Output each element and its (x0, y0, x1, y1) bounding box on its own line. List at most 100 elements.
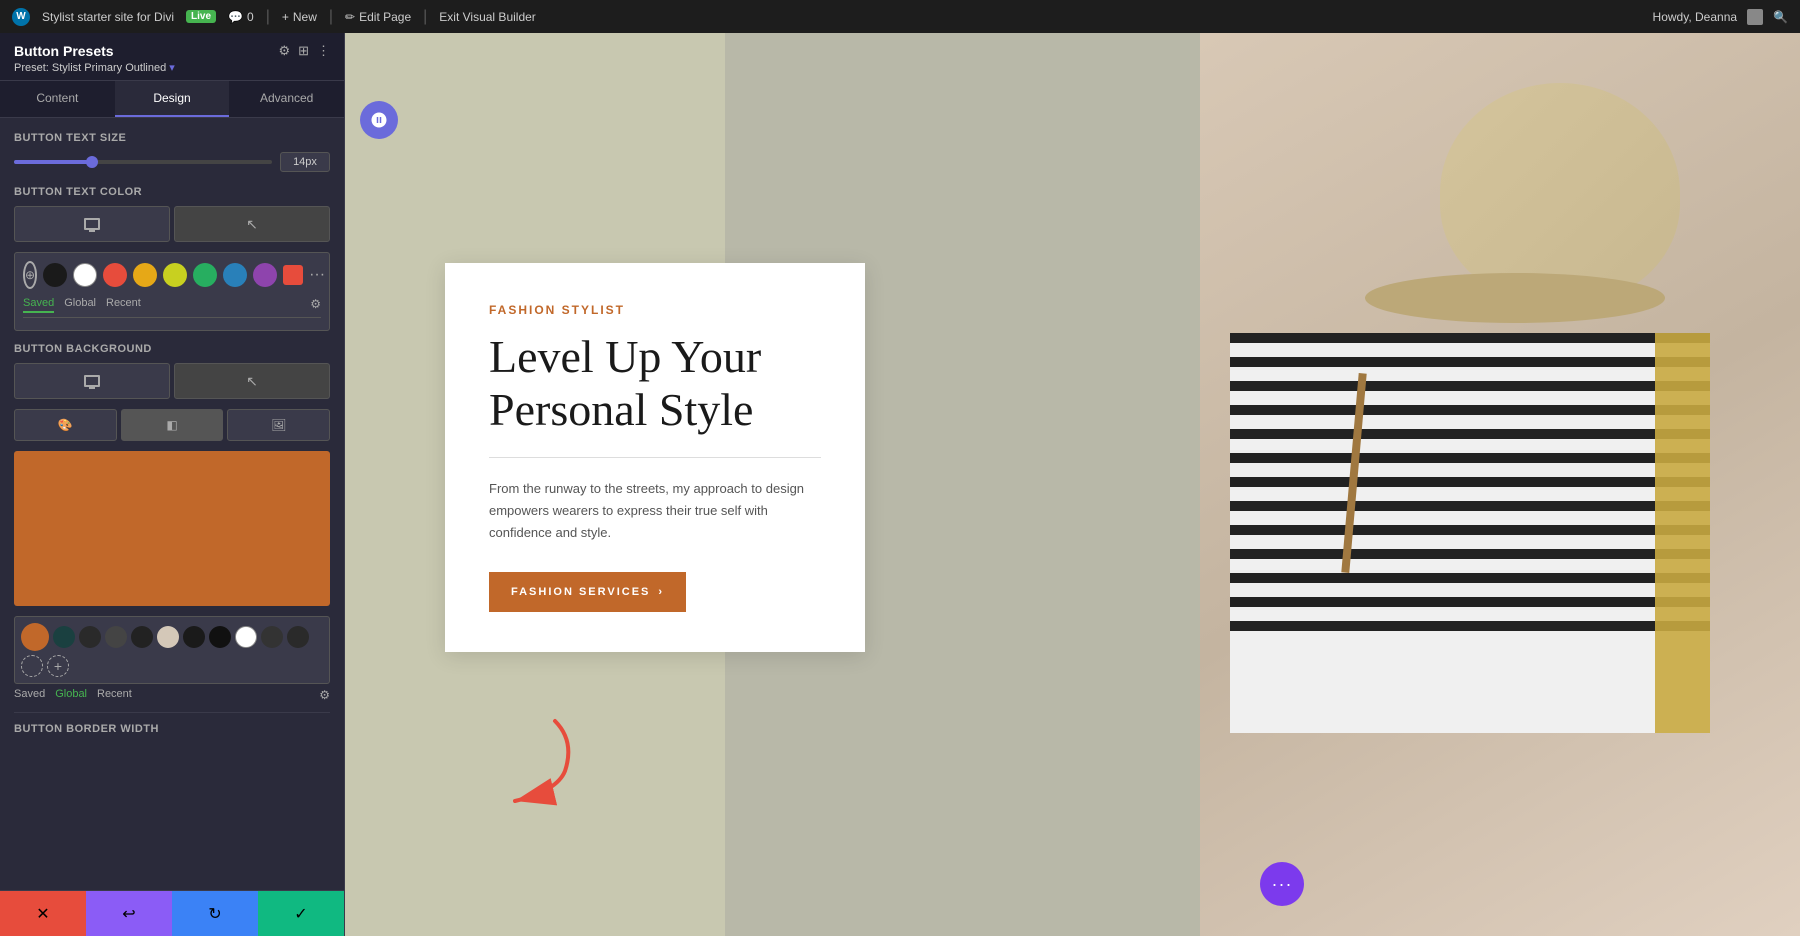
new-button[interactable]: + New (282, 10, 317, 24)
swatch-black2[interactable] (131, 626, 153, 648)
swatch-orange-brown[interactable] (21, 623, 49, 651)
swatch-charcoal[interactable] (261, 626, 283, 648)
color-red2[interactable] (283, 265, 303, 285)
swatch-black1[interactable] (79, 626, 101, 648)
settings-icon[interactable]: ⚙ (278, 43, 290, 59)
bottom-bar: ✕ ↩ ↻ ✓ (0, 890, 344, 936)
right-area: FASHION STYLIST Level Up Your Personal S… (345, 33, 1800, 936)
swatch-black4[interactable] (209, 626, 231, 648)
saved-tab-global[interactable]: Global (55, 688, 87, 702)
eyedropper-button[interactable]: ⊕ (23, 261, 37, 289)
undo-button[interactable]: ↩ (86, 891, 172, 936)
panel-header: Button Presets ⚙ ⊞ ⋮ Preset: Stylist Pri… (0, 33, 344, 81)
palette-top-row: ⊕ ··· (23, 261, 321, 289)
more-dots[interactable]: ··· (309, 266, 325, 284)
redo-icon: ↻ (208, 904, 221, 924)
color-palette: ⊕ ··· Saved Global Recent (14, 252, 330, 331)
saved-tab-recent[interactable]: Recent (97, 688, 132, 702)
hero-desc: From the runway to the streets, my appro… (489, 478, 821, 544)
redo-button[interactable]: ↻ (172, 891, 258, 936)
more-icon[interactable]: ⋮ (317, 43, 330, 59)
hero-divider (489, 457, 821, 458)
swatch-dark-gray[interactable] (105, 626, 127, 648)
divi-float-button[interactable] (360, 101, 398, 139)
bg-color-desktop[interactable] (14, 363, 170, 399)
layout-icon[interactable]: ⊞ (298, 43, 309, 59)
color-white[interactable] (73, 263, 97, 287)
hero-eyebrow: FASHION STYLIST (489, 303, 821, 317)
divi-icon (370, 111, 388, 129)
hero-cta-button[interactable]: FASHION SERVICES › (489, 572, 686, 612)
hat-crown (1440, 83, 1680, 303)
save-button[interactable]: ✓ (258, 891, 344, 936)
swatch-transparent[interactable] (21, 655, 43, 677)
text-size-label: Button Text Size (14, 132, 330, 144)
comment-icon[interactable]: 💬 0 (228, 10, 254, 24)
avatar (1747, 9, 1763, 25)
palette-tabs: Saved Global Recent ⚙ (23, 297, 321, 318)
section-separator (14, 712, 330, 713)
more-options-button[interactable]: ··· (1260, 862, 1304, 906)
tab-design[interactable]: Design (115, 81, 230, 117)
hero-title: Level Up Your Personal Style (489, 331, 821, 437)
text-size-slider[interactable] (14, 160, 272, 164)
tab-content[interactable]: Content (0, 81, 115, 117)
panel-subtitle: Preset: Stylist Primary Outlined ▾ (14, 61, 330, 74)
tab-advanced[interactable]: Advanced (229, 81, 344, 117)
color-blue[interactable] (223, 263, 247, 287)
bg-gradient-icon: ◧ (166, 418, 177, 432)
panel-content: Button Text Size 14px Button Text Color … (0, 118, 344, 890)
color-yellow-green[interactable] (163, 263, 187, 287)
saved-tab-saved[interactable]: Saved (14, 688, 45, 702)
fashion-photo: ··· (1200, 33, 1800, 936)
hero-cta-arrow: › (658, 586, 664, 598)
hero-cta-label: FASHION SERVICES (511, 586, 650, 598)
swatch-beige[interactable] (157, 626, 179, 648)
text-size-value[interactable]: 14px (280, 152, 330, 172)
exit-builder-button[interactable]: Exit Visual Builder (439, 10, 536, 24)
cancel-button[interactable]: ✕ (0, 891, 86, 936)
edit-page-button[interactable]: ✏ Edit Page (345, 10, 411, 24)
wordpress-icon[interactable]: W (12, 8, 30, 26)
bg-gradient-btn[interactable]: ◧ (121, 409, 224, 441)
saved-swatches-section: + Saved Global Recent ⚙ (14, 616, 330, 702)
bg-color-display (14, 451, 330, 606)
swatch-dark-teal[interactable] (53, 626, 75, 648)
text-color-desktop[interactable] (14, 206, 170, 242)
text-size-slider-row: 14px (14, 152, 330, 172)
search-icon[interactable]: 🔍 (1773, 10, 1788, 24)
swatch-dark[interactable] (287, 626, 309, 648)
color-red[interactable] (103, 263, 127, 287)
top-bar: W Stylist starter site for Divi Live 💬 0… (0, 0, 1800, 33)
add-swatch-button[interactable]: + (47, 655, 69, 677)
color-black[interactable] (43, 263, 67, 287)
text-color-cursor[interactable]: ↖ (174, 206, 330, 242)
hero-card: FASHION STYLIST Level Up Your Personal S… (445, 263, 865, 652)
monitor-icon (84, 218, 100, 230)
monitor-icon-bg (84, 375, 100, 387)
palette-gear-icon[interactable]: ⚙ (310, 297, 321, 313)
eyedropper-icon: ⊕ (25, 268, 35, 282)
bg-color-cursor[interactable]: ↖ (174, 363, 330, 399)
top-bar-right: Howdy, Deanna 🔍 (1653, 9, 1788, 25)
palette-tab-recent[interactable]: Recent (106, 297, 141, 313)
bg-image-icon: 🖼 (271, 418, 286, 432)
palette-tab-global[interactable]: Global (64, 297, 96, 313)
main-area: Button Presets ⚙ ⊞ ⋮ Preset: Stylist Pri… (0, 33, 1800, 936)
color-yellow-orange[interactable] (133, 263, 157, 287)
undo-icon: ↩ (122, 904, 135, 924)
text-color-label: Button Text Color (14, 186, 330, 198)
saved-gear-icon[interactable]: ⚙ (319, 688, 330, 702)
cursor-icon-bg: ↖ (246, 373, 258, 390)
bg-image-btn[interactable]: 🖼 (227, 409, 330, 441)
swatch-black3[interactable] (183, 626, 205, 648)
live-badge: Live (186, 10, 216, 23)
swatch-white[interactable] (235, 626, 257, 648)
color-purple[interactable] (253, 263, 277, 287)
site-name: Stylist starter site for Divi (42, 10, 174, 24)
panel-title: Button Presets (14, 43, 114, 59)
palette-tab-saved[interactable]: Saved (23, 297, 54, 313)
background-label: Button Background (14, 343, 330, 355)
color-green[interactable] (193, 263, 217, 287)
bg-solid-btn[interactable]: 🎨 (14, 409, 117, 441)
